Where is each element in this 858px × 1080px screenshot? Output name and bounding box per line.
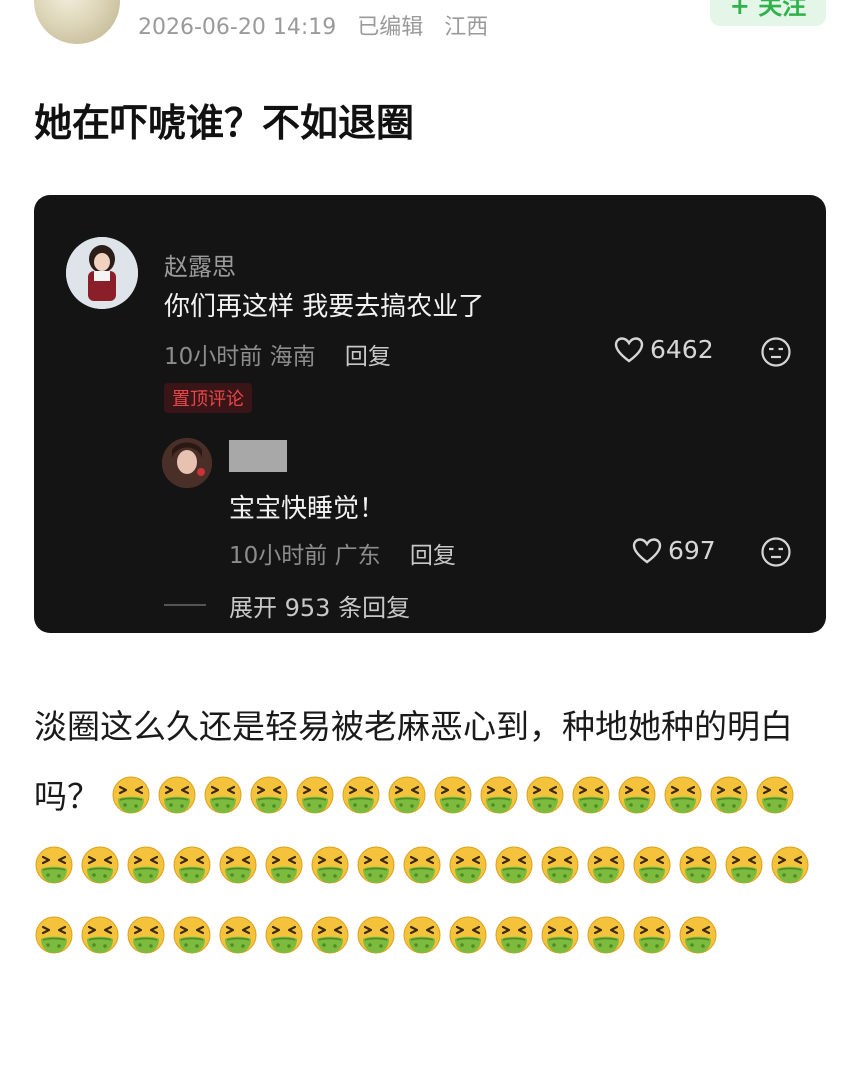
- comment-location: 海南: [269, 344, 316, 370]
- nauseated-face-icon: [663, 769, 703, 814]
- expand-divider: [164, 604, 206, 606]
- reply-text: 宝宝快睡觉！: [229, 494, 386, 524]
- nauseated-face-icon: [80, 839, 120, 884]
- nauseated-face-icon: [218, 839, 258, 884]
- nauseated-face-icon: [402, 909, 442, 954]
- nauseated-face-icon: [586, 839, 626, 884]
- nauseated-face-icon: [755, 769, 795, 814]
- nauseated-face-icon: [341, 769, 381, 814]
- nauseated-face-icon: [249, 769, 289, 814]
- commenter-avatar: [66, 237, 138, 309]
- nauseated-face-icon: [157, 769, 197, 814]
- nauseated-face-icon: [709, 769, 749, 814]
- dislike-face-icon[interactable]: [760, 336, 792, 368]
- nauseated-face-icon: [632, 839, 672, 884]
- nauseated-face-icon: [264, 839, 304, 884]
- nauseated-face-icon: [571, 769, 611, 814]
- nauseated-face-icon: [387, 769, 427, 814]
- reply-like-count: 697: [668, 536, 716, 565]
- comment-reply-link[interactable]: 回复: [345, 344, 391, 370]
- dislike-face-icon[interactable]: [760, 536, 792, 568]
- reply-time: 10小时前: [229, 543, 328, 569]
- pinned-badge: 置顶评论: [164, 383, 252, 413]
- nauseated-face-icon: [356, 839, 396, 884]
- nauseated-face-icon: [724, 839, 764, 884]
- nauseated-face-icon: [494, 839, 534, 884]
- reply-location: 广东: [334, 543, 381, 569]
- nauseated-face-icon: [678, 909, 718, 954]
- nauseated-face-icon: [126, 839, 166, 884]
- post-date: 2026-06-20 14:19: [138, 15, 337, 40]
- nauseated-face-icon: [295, 769, 335, 814]
- nauseated-face-icon: [218, 909, 258, 954]
- nauseated-face-icon: [448, 909, 488, 954]
- author-avatar[interactable]: [34, 0, 120, 44]
- nauseated-face-icon: [448, 839, 488, 884]
- nauseated-face-icon: [80, 909, 120, 954]
- nauseated-face-icon: [126, 909, 166, 954]
- nauseated-face-icon: [34, 909, 74, 954]
- comment-time: 10小时前: [164, 344, 263, 370]
- nauseated-face-icon: [111, 769, 151, 814]
- comment-like-button[interactable]: 6462: [614, 335, 714, 364]
- nauseated-face-icon: [310, 839, 350, 884]
- nauseated-face-icon: [617, 769, 657, 814]
- heart-icon: [632, 537, 662, 563]
- reply-meta: 10小时前 广东 回复: [229, 536, 456, 570]
- nauseated-face-icon: [172, 839, 212, 884]
- comment-like-count: 6462: [650, 335, 714, 364]
- nauseated-face-icon: [540, 909, 580, 954]
- embedded-comment-screenshot[interactable]: 赵露思 你们再这样 我要去搞农业了 10小时前 海南 回复 6462 置顶评论 …: [34, 195, 826, 633]
- nauseated-face-icon: [264, 909, 304, 954]
- commenter-name: 赵露思: [164, 253, 236, 281]
- post-title: 她在吓唬谁？不如退圈: [34, 101, 415, 145]
- reply-like-button[interactable]: 697: [632, 536, 716, 565]
- nauseated-face-icon: [34, 839, 74, 884]
- emoji-run: [34, 776, 816, 956]
- heart-icon: [614, 336, 644, 362]
- follow-button[interactable]: + 关注: [710, 0, 826, 26]
- post-location: 江西: [444, 15, 489, 40]
- nauseated-face-icon: [632, 909, 672, 954]
- nauseated-face-icon: [770, 839, 810, 884]
- reply-avatar: [162, 438, 212, 488]
- reply-reply-link[interactable]: 回复: [410, 543, 456, 569]
- nauseated-face-icon: [479, 769, 519, 814]
- post-meta: 2026-06-20 14:19 已编辑 江西: [138, 9, 502, 41]
- nauseated-face-icon: [433, 769, 473, 814]
- nauseated-face-icon: [172, 909, 212, 954]
- expand-replies-link[interactable]: 展开 953 条回复: [229, 588, 410, 623]
- post-body: 淡圈这么久还是轻易被老麻恶心到，种地她种的明白吗？: [34, 692, 824, 972]
- nauseated-face-icon: [310, 909, 350, 954]
- nauseated-face-icon: [678, 839, 718, 884]
- nauseated-face-icon: [494, 909, 534, 954]
- comment-text: 你们再这样 我要去搞农业了: [164, 292, 485, 322]
- nauseated-face-icon: [540, 839, 580, 884]
- nauseated-face-icon: [402, 839, 442, 884]
- nauseated-face-icon: [586, 909, 626, 954]
- comment-meta: 10小时前 海南 回复: [164, 337, 391, 371]
- reply-author-name-redacted: [229, 440, 287, 472]
- nauseated-face-icon: [525, 769, 565, 814]
- nauseated-face-icon: [203, 769, 243, 814]
- post-edited-label: 已编辑: [357, 15, 424, 40]
- nauseated-face-icon: [356, 909, 396, 954]
